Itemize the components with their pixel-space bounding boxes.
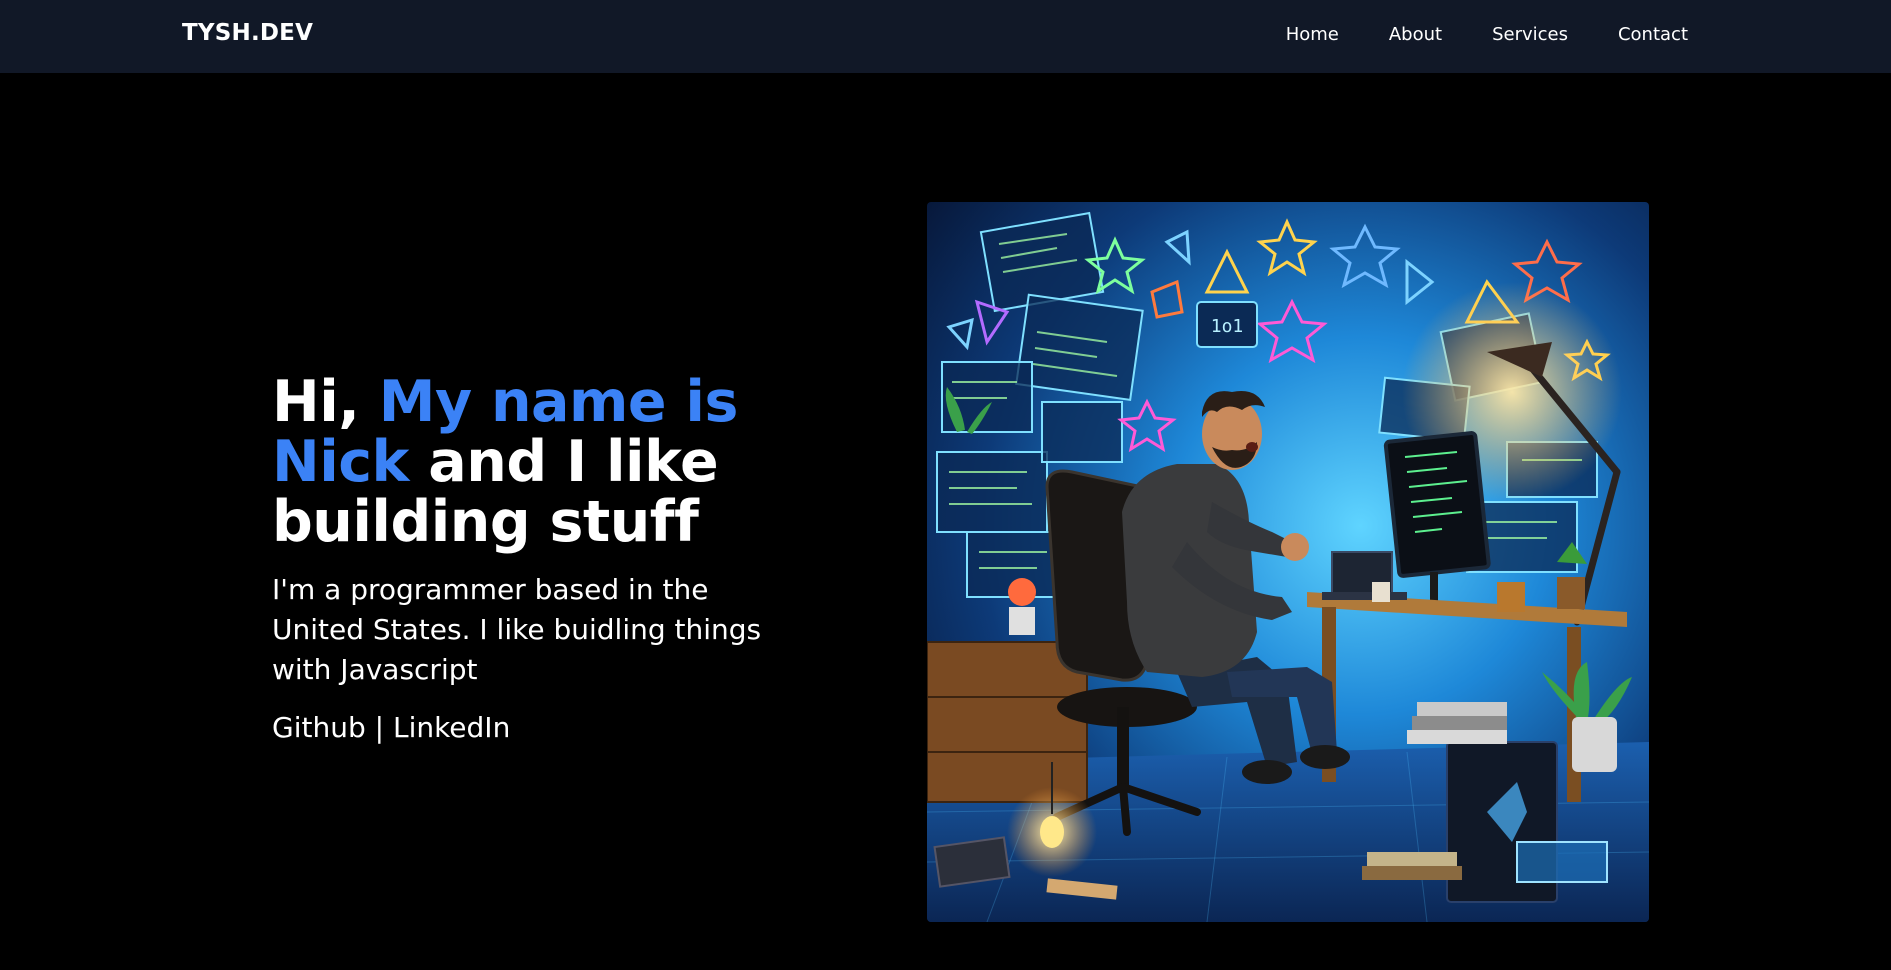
programmer-illustration-image: 1o1 — [927, 202, 1649, 922]
github-link[interactable]: Github — [272, 711, 366, 744]
social-separator: | — [365, 711, 393, 744]
nav-link-home[interactable]: Home — [1286, 24, 1339, 45]
social-links: Github | LinkedIn — [272, 708, 812, 748]
hero-headline: Hi, My name is Nick and I like building … — [272, 372, 812, 552]
nav-link-contact[interactable]: Contact — [1618, 24, 1688, 45]
hero-illustration: 1o1 — [927, 202, 1649, 922]
nav-link-services[interactable]: Services — [1492, 24, 1568, 45]
nav-link-about[interactable]: About — [1389, 24, 1442, 45]
hero-text: Hi, My name is Nick and I like building … — [272, 372, 812, 748]
brand-logo[interactable]: TYSH.DEV — [182, 20, 313, 46]
nav-links: Home About Services Contact — [1286, 24, 1688, 45]
hero-intro: I'm a programmer based in the United Sta… — [272, 573, 762, 686]
headline-greeting: Hi, — [272, 369, 379, 435]
linkedin-link[interactable]: LinkedIn — [393, 711, 510, 744]
navbar: TYSH.DEV Home About Services Contact — [0, 0, 1891, 73]
svg-text:1o1: 1o1 — [1211, 316, 1244, 337]
